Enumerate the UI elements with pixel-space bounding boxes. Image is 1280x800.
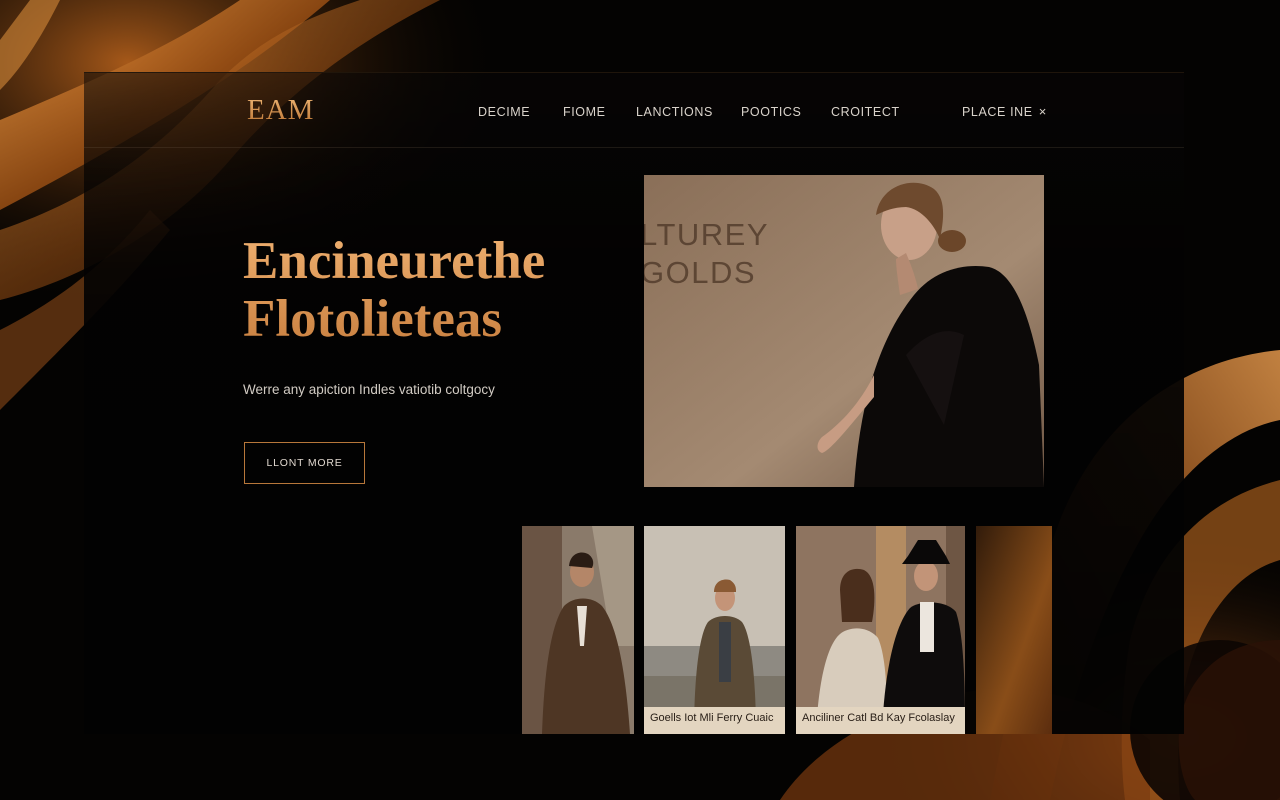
hero-title-line-1: Encineurethe bbox=[243, 232, 546, 290]
gallery-card-3[interactable]: Anciliner Catl Bd Kay Fcolaslay bbox=[796, 526, 965, 734]
nav-item-decime[interactable]: DECIME bbox=[478, 105, 530, 119]
top-navigation: EAM DECIME FIOME LANCTIONS POOTICS CROIT… bbox=[84, 72, 1184, 148]
gallery-card-3-caption: Anciliner Catl Bd Kay Fcolaslay bbox=[796, 707, 965, 734]
nav-item-lanctions[interactable]: LANCTIONS bbox=[636, 105, 713, 119]
learn-more-button[interactable]: LLONT MORE bbox=[244, 442, 365, 484]
gallery-card-4-image bbox=[976, 526, 1052, 734]
gallery-card-3-image bbox=[796, 526, 965, 734]
wall-text-line-2: GOLDS bbox=[644, 255, 756, 290]
brand-logo[interactable]: EAM bbox=[247, 94, 314, 127]
hero-title-line-2: Flotolieteas bbox=[243, 290, 503, 348]
gallery-card-4[interactable] bbox=[976, 526, 1052, 734]
nav-item-fiome[interactable]: FIOME bbox=[563, 105, 606, 119]
nav-item-croitect[interactable]: CROITECT bbox=[831, 105, 900, 119]
hero-title: Encineurethe Flotolieteas bbox=[243, 232, 603, 348]
gallery-card-2-caption: Goells Iot Mli Ferry Cuaic bbox=[644, 707, 785, 734]
nav-item-pootics[interactable]: POOTICS bbox=[741, 105, 801, 119]
close-icon[interactable]: × bbox=[1039, 105, 1047, 118]
gallery-card-2[interactable]: Goells Iot Mli Ferry Cuaic bbox=[644, 526, 785, 734]
hero-subtitle: Werre any apiction Indles vatiotib coltg… bbox=[243, 382, 495, 397]
place-menu[interactable]: PLACE INE × bbox=[962, 105, 1047, 119]
place-label: PLACE INE bbox=[962, 105, 1033, 119]
gallery-card-1[interactable] bbox=[522, 526, 634, 734]
featured-photo[interactable]: LTUREY GOLDS bbox=[644, 175, 1044, 487]
gallery-card-2-image bbox=[644, 526, 785, 734]
gallery-card-1-image bbox=[522, 526, 634, 734]
featured-photo-image: LTUREY GOLDS bbox=[644, 175, 1044, 487]
wall-text-line-1: LTUREY bbox=[644, 217, 769, 252]
